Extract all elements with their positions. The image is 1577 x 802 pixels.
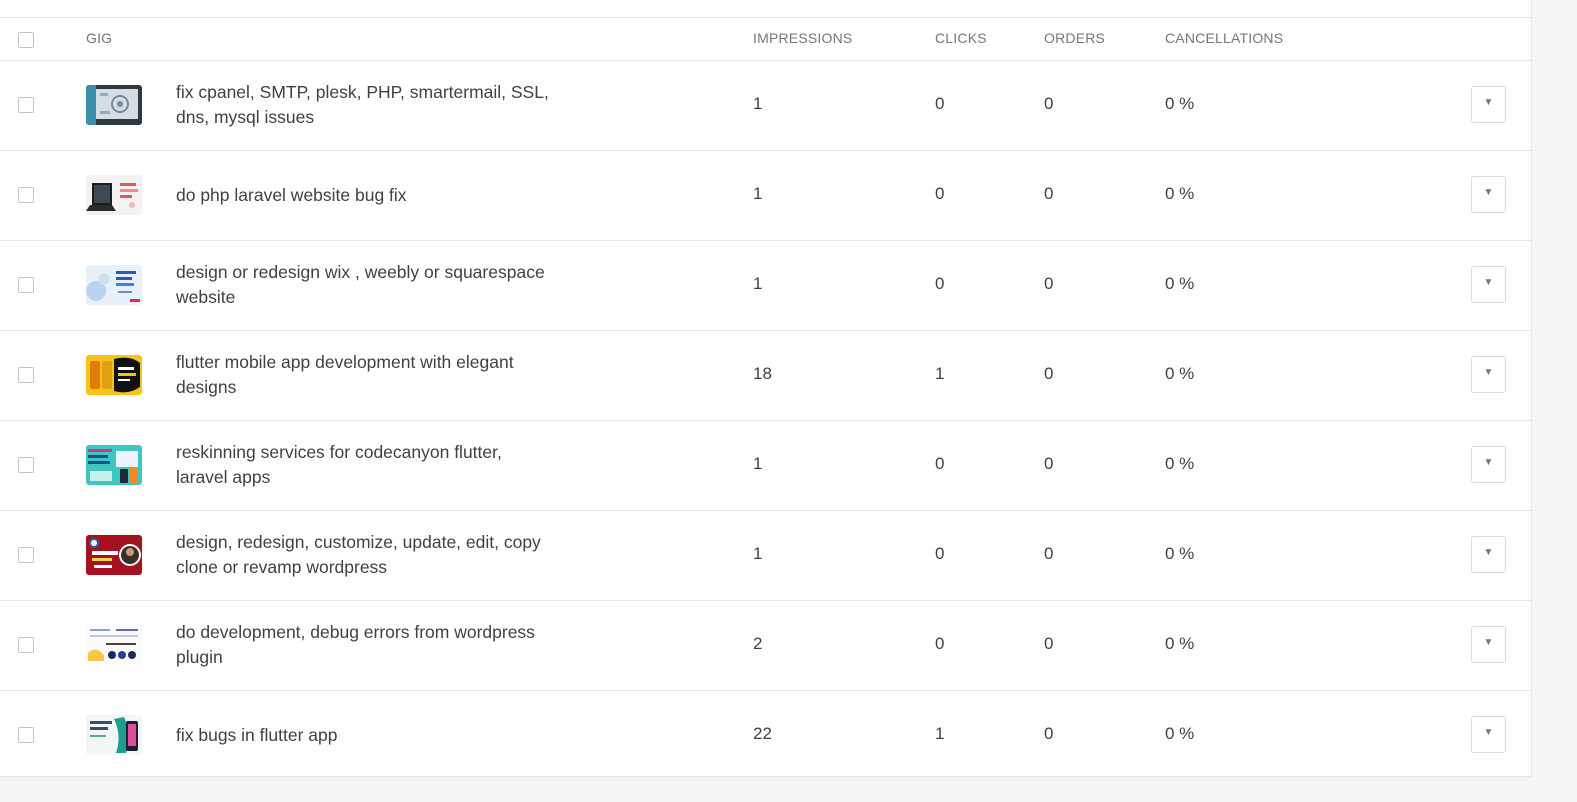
gig-title[interactable]: flutter mobile app development with eleg… [176,350,556,400]
gig-thumbnail[interactable] [86,715,142,755]
header-impressions[interactable]: IMPRESSIONS [753,30,852,46]
orders-value: 0 [1044,184,1054,203]
clicks-value: 1 [935,724,945,743]
impressions-value: 1 [753,274,763,293]
select-all-checkbox[interactable] [18,32,34,48]
cancellations-value: 0 % [1165,274,1195,293]
row-actions-dropdown[interactable]: ▼ [1471,86,1506,123]
impressions-value: 22 [753,724,772,743]
table-header: GIG IMPRESSIONS CLICKS ORDERS CANCELLATI… [0,18,1531,61]
row-checkbox[interactable] [18,637,34,653]
cancellations-value: 0 % [1165,364,1195,383]
impressions-value: 1 [753,94,763,113]
gig-title[interactable]: reskinning services for codecanyon flutt… [176,440,556,490]
table-row: do development, debug errors from wordpr… [0,601,1531,691]
row-checkbox[interactable] [18,277,34,293]
chevron-down-icon: ▼ [1483,187,1494,198]
cancellations-value: 0 % [1165,634,1195,653]
table-row: do php laravel website bug fix 1 0 0 0 %… [0,151,1531,241]
table-row: flutter mobile app development with eleg… [0,331,1531,421]
row-actions-dropdown[interactable]: ▼ [1471,356,1506,393]
row-actions-dropdown[interactable]: ▼ [1471,536,1506,573]
impressions-value: 18 [753,364,772,383]
clicks-value: 0 [935,544,945,563]
gigs-table: GIG IMPRESSIONS CLICKS ORDERS CANCELLATI… [0,0,1532,777]
orders-value: 0 [1044,274,1054,293]
orders-value: 0 [1044,364,1054,383]
table-row: design, redesign, customize, update, edi… [0,511,1531,601]
header-clicks[interactable]: CLICKS [935,30,987,46]
header-orders[interactable]: ORDERS [1044,30,1105,46]
gig-thumbnail[interactable] [86,85,142,125]
gig-thumbnail[interactable] [86,445,142,485]
gig-title[interactable]: do php laravel website bug fix [176,183,556,208]
orders-value: 0 [1044,454,1054,473]
header-gig[interactable]: GIG [86,30,112,46]
table-row: design or redesign wix , weebly or squar… [0,241,1531,331]
row-checkbox[interactable] [18,727,34,743]
gig-thumbnail[interactable] [86,625,142,665]
clicks-value: 0 [935,94,945,113]
orders-value: 0 [1044,724,1054,743]
row-checkbox[interactable] [18,97,34,113]
impressions-value: 1 [753,454,763,473]
orders-value: 0 [1044,544,1054,563]
orders-value: 0 [1044,94,1054,113]
row-checkbox[interactable] [18,367,34,383]
clicks-value: 0 [935,184,945,203]
clicks-value: 0 [935,454,945,473]
impressions-value: 1 [753,544,763,563]
gig-title[interactable]: fix bugs in flutter app [176,723,556,748]
row-actions-dropdown[interactable]: ▼ [1471,266,1506,303]
cancellations-value: 0 % [1165,544,1195,563]
gig-thumbnail[interactable] [86,355,142,395]
table-top-border [0,0,1531,18]
table-row: fix cpanel, SMTP, plesk, PHP, smartermai… [0,61,1531,151]
chevron-down-icon: ▼ [1483,367,1494,378]
gig-title[interactable]: do development, debug errors from wordpr… [176,620,556,670]
cancellations-value: 0 % [1165,184,1195,203]
chevron-down-icon: ▼ [1483,97,1494,108]
impressions-value: 2 [753,634,763,653]
gig-title[interactable]: design or redesign wix , weebly or squar… [176,260,556,310]
table-row: fix bugs in flutter app 22 1 0 0 % ▼ [0,691,1531,780]
clicks-value: 0 [935,634,945,653]
impressions-value: 1 [753,184,763,203]
cancellations-value: 0 % [1165,94,1195,113]
row-checkbox[interactable] [18,457,34,473]
row-actions-dropdown[interactable]: ▼ [1471,446,1506,483]
table-row: reskinning services for codecanyon flutt… [0,421,1531,511]
chevron-down-icon: ▼ [1483,457,1494,468]
gig-thumbnail[interactable] [86,175,142,215]
row-checkbox[interactable] [18,547,34,563]
header-cancellations[interactable]: CANCELLATIONS [1165,30,1283,46]
row-checkbox[interactable] [18,187,34,203]
gig-thumbnail[interactable] [86,535,142,575]
row-actions-dropdown[interactable]: ▼ [1471,176,1506,213]
cancellations-value: 0 % [1165,724,1195,743]
chevron-down-icon: ▼ [1483,277,1494,288]
gig-title[interactable]: fix cpanel, SMTP, plesk, PHP, smartermai… [176,80,556,130]
row-actions-dropdown[interactable]: ▼ [1471,626,1506,663]
clicks-value: 0 [935,274,945,293]
chevron-down-icon: ▼ [1483,547,1494,558]
chevron-down-icon: ▼ [1483,727,1494,738]
gig-title[interactable]: design, redesign, customize, update, edi… [176,530,556,580]
orders-value: 0 [1044,634,1054,653]
clicks-value: 1 [935,364,945,383]
row-actions-dropdown[interactable]: ▼ [1471,716,1506,753]
cancellations-value: 0 % [1165,454,1195,473]
gig-thumbnail[interactable] [86,265,142,305]
chevron-down-icon: ▼ [1483,637,1494,648]
